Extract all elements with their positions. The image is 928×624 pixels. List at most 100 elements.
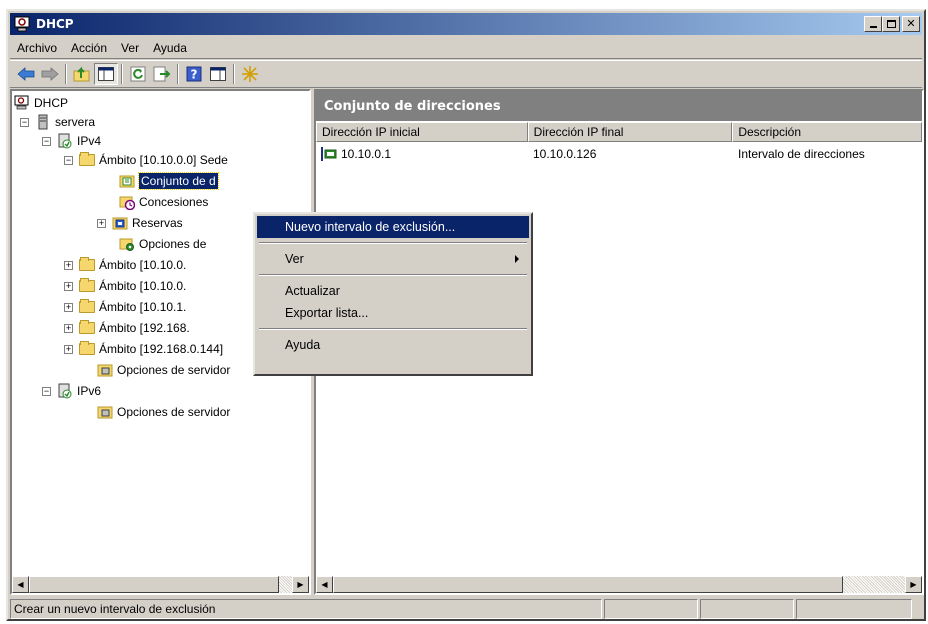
menu-ver[interactable]: Ver	[114, 41, 146, 55]
tree-label: IPv6	[77, 384, 102, 398]
tree-horizontal-scrollbar[interactable]: ◀ ▶	[12, 576, 309, 593]
refresh-button[interactable]	[126, 63, 150, 85]
folder-icon	[79, 341, 95, 357]
expand-icon[interactable]: +	[64, 323, 73, 333]
tree-node-server-options-v4[interactable]: Opciones de servidor	[97, 360, 230, 380]
tree-node-scope-sede[interactable]: − Ámbito [10.10.0.0] Sede	[64, 150, 228, 170]
collapse-icon[interactable]: −	[42, 136, 51, 146]
tree-label: Ámbito [10.10.1.	[99, 300, 187, 314]
address-range-icon	[321, 147, 337, 161]
column-header-start-ip[interactable]: Dirección IP inicial	[316, 122, 528, 142]
expand-icon[interactable]: +	[97, 218, 106, 228]
scroll-right-button[interactable]: ▶	[292, 576, 309, 593]
context-menu: Nuevo intervalo de exclusión... Ver Actu…	[253, 212, 533, 376]
collapse-icon[interactable]: −	[42, 386, 51, 396]
arrow-right-icon: ▶	[910, 580, 917, 589]
new-button[interactable]	[238, 63, 262, 85]
status-bar: Crear un nuevo intervalo de exclusión	[10, 599, 922, 619]
tree-node-servera[interactable]: − servera	[20, 112, 95, 132]
up-folder-button[interactable]	[70, 63, 94, 85]
maximize-button[interactable]	[882, 16, 900, 32]
tree-label-selected: Conjunto de d	[138, 172, 219, 190]
menu-separator	[259, 242, 527, 244]
back-icon	[17, 67, 35, 81]
menu-new-exclusion-range[interactable]: Nuevo intervalo de exclusión...	[257, 216, 529, 238]
scrollbar-thumb[interactable]	[333, 576, 843, 593]
expand-icon[interactable]: +	[64, 344, 73, 354]
export-list-button[interactable]	[150, 63, 174, 85]
expand-icon[interactable]: +	[64, 302, 73, 312]
properties-button[interactable]	[206, 63, 230, 85]
dhcp-icon	[14, 95, 29, 110]
folder-icon	[79, 257, 95, 273]
server-icon	[38, 114, 48, 130]
expand-icon[interactable]: +	[64, 281, 73, 291]
column-header-end-ip[interactable]: Dirección IP final	[527, 122, 733, 142]
help-button[interactable]: ?	[182, 63, 206, 85]
collapse-icon[interactable]: −	[20, 117, 29, 127]
export-list-icon	[153, 66, 171, 82]
up-folder-icon	[73, 66, 90, 82]
close-button[interactable]: ✕	[902, 16, 920, 32]
tree-node-ipv4[interactable]: − IPv4	[42, 131, 101, 151]
show-hide-tree-button[interactable]	[94, 63, 118, 85]
folder-icon	[79, 320, 95, 336]
tree-node-scope-6[interactable]: + Ámbito [192.168.0.144]	[64, 339, 223, 359]
tree-node-scope-options[interactable]: Opciones de	[119, 234, 206, 254]
tree-label: Concesiones	[139, 195, 209, 209]
server-options-icon	[97, 364, 113, 377]
reservations-icon	[112, 217, 128, 230]
tree-node-reservations[interactable]: + Reservas	[97, 213, 183, 233]
svg-text:?: ?	[191, 68, 198, 82]
toolbar-separator	[65, 64, 67, 84]
scroll-left-button[interactable]: ◀	[12, 576, 29, 593]
minimize-button[interactable]	[864, 16, 882, 32]
menu-view[interactable]: Ver	[257, 248, 529, 270]
toolbar-separator	[233, 64, 235, 84]
status-text: Crear un nuevo intervalo de exclusión	[10, 599, 602, 619]
details-horizontal-scrollbar[interactable]: ◀ ▶	[316, 576, 922, 593]
scroll-right-button[interactable]: ▶	[905, 576, 922, 593]
menu-ayuda[interactable]: Ayuda	[146, 41, 194, 55]
dhcp-app-icon	[14, 16, 30, 32]
tree-node-scope-5[interactable]: + Ámbito [192.168.	[64, 318, 190, 338]
submenu-arrow-icon	[515, 255, 519, 263]
menu-accion[interactable]: Acción	[64, 41, 114, 55]
start-ip: 10.10.0.1	[341, 147, 392, 161]
expand-icon[interactable]: +	[64, 260, 73, 270]
tree-node-server-options-v6[interactable]: Opciones de servidor	[97, 402, 230, 422]
menu-help[interactable]: Ayuda	[257, 334, 529, 356]
scrollbar-thumb[interactable]	[29, 576, 279, 593]
tree-node-ipv6[interactable]: − IPv6	[42, 381, 101, 401]
tree-label: Opciones de servidor	[117, 405, 231, 419]
menu-archivo[interactable]: Archivo	[10, 41, 64, 55]
ip-protocol-icon	[58, 383, 72, 399]
end-ip: 10.10.0.126	[533, 147, 597, 161]
forward-button[interactable]	[38, 63, 62, 85]
title-bar[interactable]: DHCP ✕	[10, 13, 922, 35]
tree-node-leases[interactable]: Concesiones	[119, 192, 208, 212]
tree-node-dhcp[interactable]: DHCP	[14, 93, 68, 113]
menu-separator	[259, 328, 527, 330]
help-icon: ?	[186, 66, 202, 82]
status-panel	[604, 599, 698, 619]
tree-node-scope-2[interactable]: + Ámbito [10.10.0.	[64, 255, 186, 275]
menu-refresh[interactable]: Actualizar	[257, 280, 529, 302]
tree-label: DHCP	[34, 96, 69, 110]
forward-icon	[41, 67, 59, 81]
tree-node-scope-3[interactable]: + Ámbito [10.10.0.	[64, 276, 186, 296]
tree-node-address-pool[interactable]: Conjunto de d	[119, 171, 219, 191]
new-star-icon	[242, 66, 258, 82]
back-button[interactable]	[14, 63, 38, 85]
column-header-description[interactable]: Descripción	[732, 122, 922, 142]
pane-title: Conjunto de direcciones	[316, 91, 922, 121]
menu-export-list[interactable]: Exportar lista...	[257, 302, 529, 324]
tree-label: IPv4	[77, 134, 102, 148]
toolbar: ?	[10, 60, 922, 88]
list-item[interactable]: 10.10.0.1 10.10.0.126 Intervalo de direc…	[316, 145, 922, 163]
tree-node-scope-4[interactable]: + Ámbito [10.10.1.	[64, 297, 186, 317]
collapse-icon[interactable]: −	[64, 155, 73, 165]
scroll-left-button[interactable]: ◀	[316, 576, 333, 593]
address-pool-icon	[119, 175, 135, 188]
leases-icon	[119, 196, 135, 210]
